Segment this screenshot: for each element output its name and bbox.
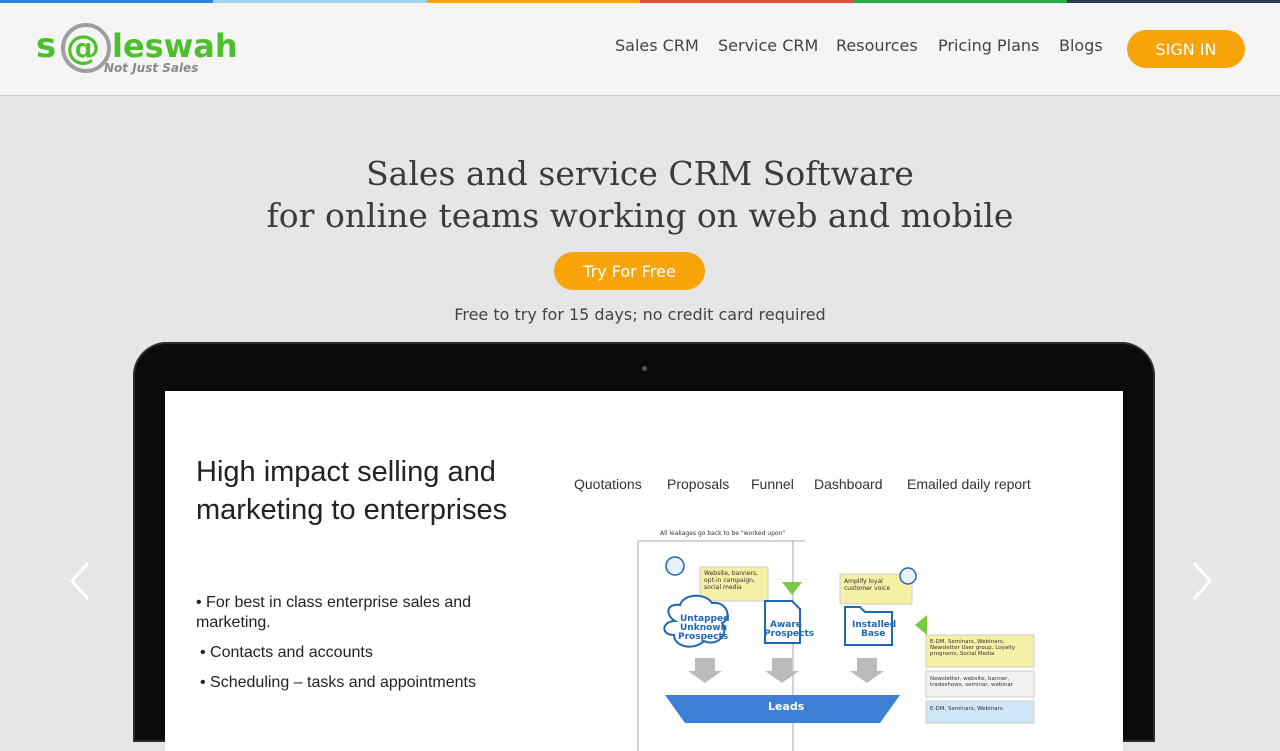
slide-bullet: • Contacts and accounts xyxy=(200,644,373,661)
megaphone-icon xyxy=(665,556,685,576)
main-nav: Sales CRM Service CRM Resources Pricing … xyxy=(0,36,1280,62)
chevron-left-icon xyxy=(69,562,90,600)
carousel-next-button[interactable] xyxy=(1188,560,1214,602)
trial-note: Free to try for 15 days; no credit card … xyxy=(454,305,826,324)
svg-text:AwareProspects: Aware Prospects xyxy=(764,620,814,639)
nav-resources[interactable]: Resources xyxy=(836,36,918,55)
left-arrow-icon xyxy=(915,615,927,635)
svg-text:E-DM, Seminars, Webinars: E-DM, Seminars, Webinars xyxy=(930,706,1003,712)
hero-title: Sales and service CRM Software for onlin… xyxy=(0,153,1280,237)
sign-in-button[interactable]: SIGN IN xyxy=(1127,30,1245,68)
down-arrow-icon xyxy=(782,582,802,595)
down-arrow-icon xyxy=(850,658,884,683)
tab-funnel: Funnel xyxy=(751,476,794,492)
nav-pricing-plans[interactable]: Pricing Plans xyxy=(938,36,1039,55)
nav-sales-crm[interactable]: Sales CRM xyxy=(615,36,699,55)
slide-bullet: • Scheduling – tasks and appointments xyxy=(200,674,476,691)
tab-proposals: Proposals xyxy=(667,476,730,492)
nav-blogs[interactable]: Blogs xyxy=(1059,36,1103,55)
diagram-funnel-label: Leads xyxy=(768,700,805,713)
navbar: s @ leswah! Not Just Sales Sales CRM Ser… xyxy=(0,3,1280,96)
svg-text:Not Just Sales: Not Just Sales xyxy=(104,61,198,75)
carousel-slide: High impact selling and marketing to ent… xyxy=(165,391,1123,751)
svg-text:Newsletter, website, banner,tr: Newsletter, website, banner, tradeshows, … xyxy=(930,676,1014,688)
svg-text:UntappedUnknownProspects: Untapped Unknown Prospects xyxy=(678,614,730,642)
down-arrow-icon xyxy=(765,658,799,683)
slide-heading: High impact selling and marketing to ent… xyxy=(196,456,508,526)
sales-funnel-diagram: All leakages go back to be "worked upon"… xyxy=(637,530,1035,751)
laptop-mockup: High impact selling and marketing to ent… xyxy=(133,342,1155,751)
nav-service-crm[interactable]: Service CRM xyxy=(718,36,818,55)
tab-dashboard: Dashboard xyxy=(814,476,883,492)
tab-emailed-daily-report: Emailed daily report xyxy=(907,476,1031,492)
slide-bullet: • For best in class enterprise sales and… xyxy=(196,594,472,631)
down-arrow-icon xyxy=(688,658,722,683)
laptop-camera xyxy=(642,366,647,371)
hero-title-line-2: for online teams working on web and mobi… xyxy=(266,196,1014,235)
slide-bullet-list: • For best in class enterprise sales and… xyxy=(196,593,496,703)
slide-feature-tabs: Quotations Proposals Funnel Dashboard Em… xyxy=(574,476,1094,496)
try-for-free-button[interactable]: Try For Free xyxy=(554,252,705,290)
diagram-top-note: All leakages go back to be "worked upon" xyxy=(660,530,785,537)
chevron-right-icon xyxy=(1192,562,1213,600)
carousel-prev-button[interactable] xyxy=(68,560,94,602)
tab-quotations: Quotations xyxy=(574,476,642,492)
hero-title-line-1: Sales and service CRM Software xyxy=(366,154,914,193)
satellite-icon xyxy=(899,567,917,585)
